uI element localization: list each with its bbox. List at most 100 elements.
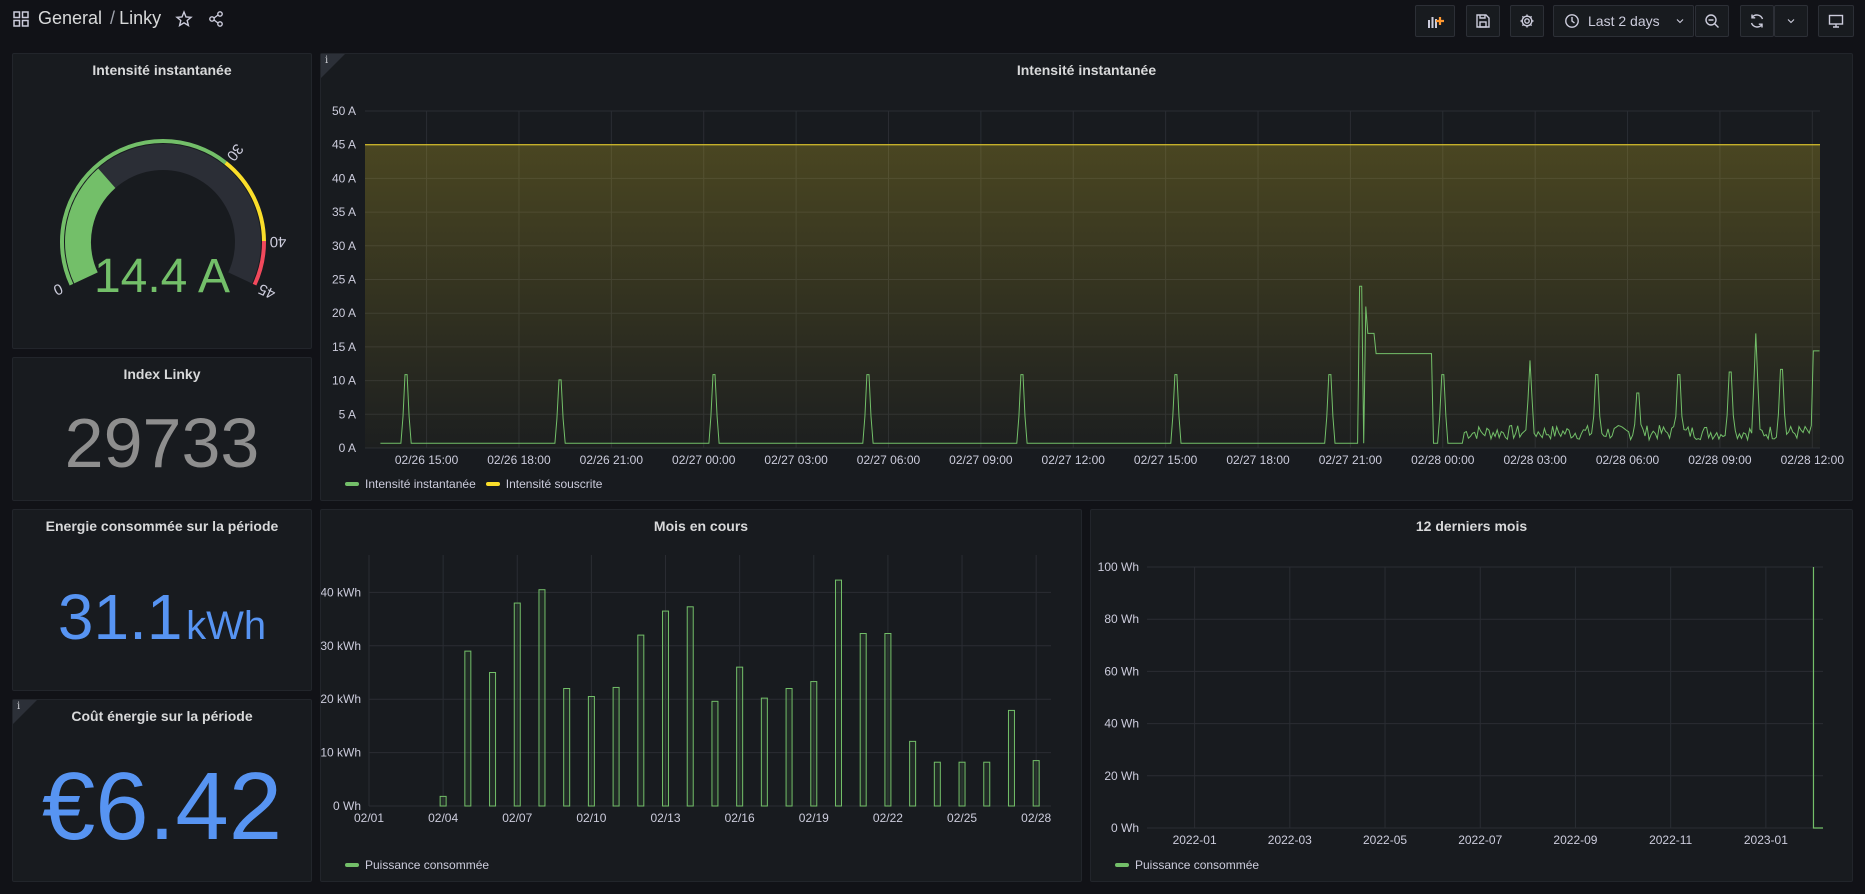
y-tick-label: 0 Wh xyxy=(1111,821,1139,835)
x-tick-label: 02/28 xyxy=(1021,811,1051,825)
bar xyxy=(760,697,768,807)
x-tick-label: 02/27 06:00 xyxy=(857,453,921,467)
refresh-interval-dropdown[interactable] xyxy=(1774,5,1808,37)
bar xyxy=(958,761,966,807)
x-tick-label: 02/28 12:00 xyxy=(1781,453,1845,467)
intensity-chart: 0 A 5 A 10 A 15 A 20 A 25 A 30 A 35 A 40 A 45 A 50… xyxy=(332,104,1844,467)
bar xyxy=(736,666,744,807)
gauge-panel[interactable]: Intensité instantanée 0 30 40 45 14.4 A xyxy=(12,53,312,349)
x-tick-label: 02/27 18:00 xyxy=(1226,453,1290,467)
x-tick-label: 02/27 15:00 xyxy=(1134,453,1198,467)
star-icon[interactable] xyxy=(175,9,193,28)
bar xyxy=(933,761,941,807)
legend-swatch xyxy=(345,863,359,867)
panel-title: Energie consommée sur la période xyxy=(45,518,279,534)
zoom-out-icon xyxy=(1705,14,1719,28)
add-panel-button[interactable] xyxy=(1415,5,1455,37)
refresh-button[interactable] xyxy=(1740,5,1774,37)
index-value: 29733 xyxy=(64,404,260,482)
x-tick-label: 02/28 09:00 xyxy=(1688,453,1752,467)
x-tick-label: 2022-01 xyxy=(1173,833,1217,847)
y-tick-label: 25 A xyxy=(332,273,356,287)
x-tick-label: 02/10 xyxy=(576,811,606,825)
bar xyxy=(1007,709,1015,807)
panel-title: Index Linky xyxy=(123,366,201,382)
y-tick-label: 60 Wh xyxy=(1104,664,1139,678)
y-tick-label: 5 A xyxy=(339,407,356,421)
intensity-timeseries-panel[interactable]: i Intensité instantanée 0 A5 A 10 A 15 A 20… xyxy=(320,53,1853,501)
x-tick-label: 2022-09 xyxy=(1553,833,1597,847)
breadcrumb-folder[interactable]: General xyxy=(38,8,102,29)
bar xyxy=(983,761,991,807)
x-tick-label: 02/22 xyxy=(873,811,903,825)
bar xyxy=(489,671,497,807)
chart-legend: Intensité instantanée Intensité souscrit… xyxy=(345,477,602,491)
x-tick-label: 02/19 xyxy=(799,811,829,825)
legend-item[interactable]: Intensité instantanée xyxy=(345,477,476,491)
x-tick-label: 02/26 18:00 xyxy=(487,453,551,467)
share-icon[interactable] xyxy=(207,10,225,28)
chart-grid xyxy=(1147,566,1823,829)
y-axis: 0 Wh 20 Wh 40 Wh 60 Wh 80 Wh 100 Wh xyxy=(1098,560,1139,835)
legend-swatch xyxy=(485,482,500,486)
x-tick-label: 02/28 06:00 xyxy=(1596,453,1660,467)
bar xyxy=(859,633,867,807)
chevron-down-icon xyxy=(1787,19,1795,24)
refresh-icon xyxy=(1750,14,1764,28)
energy-number: 31.1 xyxy=(57,581,183,653)
month-panel[interactable]: Mois en cours 0 Wh 10 kWh 20 kWh 30 kWh 40 k… xyxy=(320,509,1082,882)
legend-item[interactable]: Puissance consommée xyxy=(345,858,489,872)
legend-item[interactable]: Puissance consommée xyxy=(1115,858,1259,872)
y-tick-label: 20 kWh xyxy=(321,692,361,706)
zoom-out-button[interactable] xyxy=(1695,5,1729,37)
x-tick-label: 02/26 21:00 xyxy=(580,453,644,467)
tv-mode-button[interactable] xyxy=(1818,5,1854,37)
y-tick-label: 40 Wh xyxy=(1104,717,1139,731)
bar xyxy=(538,589,546,807)
x-tick-label: 02/28 03:00 xyxy=(1503,453,1567,467)
index-panel[interactable]: Index Linky 29733 xyxy=(12,357,312,501)
chart-legend: Puissance consommée xyxy=(345,858,489,872)
x-axis: 02/26 15:00 02/26 18:00 02/26 21:00 02/27 0… xyxy=(395,453,1844,467)
panel-title: Coût énergie sur la période xyxy=(71,708,253,724)
bar xyxy=(711,700,719,807)
x-tick-label: 02/01 xyxy=(354,811,384,825)
cost-panel[interactable]: i Coût énergie sur la période €6.42 xyxy=(12,699,312,882)
bar xyxy=(909,740,917,807)
y-tick-label: 30 A xyxy=(332,239,356,253)
y-tick-label: 20 Wh xyxy=(1104,769,1139,783)
year-chart: 0 Wh20 Wh40 Wh60 Wh80 Wh100 Wh 2022-01 20… xyxy=(1098,560,1823,847)
y-axis: 0 A 5 A 10 A 15 A 20 A 25 A 30 A 35 A 40 A 45 A 50… xyxy=(332,104,356,455)
breadcrumb-separator: / xyxy=(110,8,116,28)
y-tick-label: 10 A xyxy=(332,374,356,388)
y-tick-label: 10 kWh xyxy=(321,746,361,760)
y-tick-label: 30 kWh xyxy=(321,639,361,653)
legend-label: Intensité souscrite xyxy=(505,477,603,491)
clock-icon xyxy=(1565,14,1579,28)
settings-button[interactable] xyxy=(1510,5,1544,37)
gauge-tick-label: 40 xyxy=(270,233,287,250)
x-tick-label: 02/27 00:00 xyxy=(672,453,736,467)
add-panel-icon xyxy=(1428,17,1444,28)
x-tick-label: 2022-07 xyxy=(1458,833,1502,847)
top-bar: General / Linky Last 2 days xyxy=(0,0,1865,42)
legend-item[interactable]: Intensité souscrite xyxy=(485,477,603,491)
y-axis: 0 Wh10 kWh20 kWh30 kWh40 kWh xyxy=(321,585,361,813)
month-chart: 0 Wh10 kWh20 kWh30 kWh40 kWh 02/01 02/04 0… xyxy=(321,555,1052,825)
x-tick-label: 02/27 12:00 xyxy=(1042,453,1106,467)
chevron-down-icon xyxy=(1676,19,1684,24)
gauge-chart: 0304045 xyxy=(51,139,287,302)
energy-panel[interactable]: Energie consommée sur la période 31.1 kW… xyxy=(12,509,312,691)
legend-label: Puissance consommée xyxy=(365,858,490,872)
breadcrumb: General / Linky xyxy=(12,8,225,29)
breadcrumb-dashboard[interactable]: Linky xyxy=(119,8,161,29)
bar xyxy=(785,688,793,807)
year-panel[interactable]: 12 derniers mois 0 Wh 20 Wh 40 Wh 60 Wh 80 W… xyxy=(1090,509,1853,882)
save-dashboard-button[interactable] xyxy=(1466,5,1500,37)
energy-value: 31.1 kWh xyxy=(13,580,311,654)
cost-value: €6.42 xyxy=(41,753,283,860)
time-range-picker[interactable]: Last 2 days xyxy=(1553,5,1694,37)
apps-grid-icon[interactable] xyxy=(12,10,30,28)
save-icon xyxy=(1476,14,1490,28)
y-tick-label: 15 A xyxy=(332,340,356,354)
